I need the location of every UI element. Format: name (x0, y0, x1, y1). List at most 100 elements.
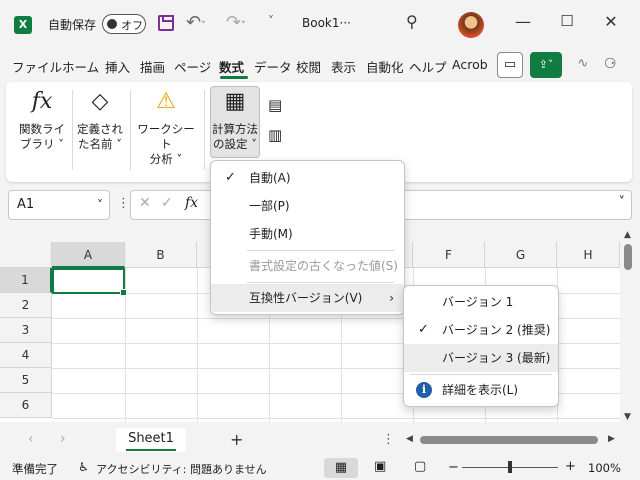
row-header[interactable]: 5 (0, 368, 52, 393)
cancel-icon[interactable]: ✕ (139, 195, 151, 211)
activity-icon[interactable]: ∿ (570, 52, 596, 78)
menu-item-manual[interactable]: 手動(M) (211, 220, 404, 248)
menu-item-auto[interactable]: ✓ 自動(A) (211, 164, 404, 192)
tab-draw[interactable]: 描画 (140, 57, 165, 76)
horizontal-scroll-thumb[interactable] (420, 436, 598, 444)
sheet-tab-sheet1[interactable]: Sheet1 (116, 428, 186, 452)
tab-automate[interactable]: 自動化 (366, 57, 404, 76)
add-sheet-icon[interactable]: + (230, 430, 243, 449)
tab-help[interactable]: ヘルプ (409, 57, 447, 76)
search-icon[interactable]: ⚲ (406, 12, 418, 31)
active-tab-indicator (220, 76, 248, 79)
select-all-corner[interactable] (0, 242, 52, 268)
calc-options-label-1: 計算方法 (212, 122, 258, 136)
normal-view-icon[interactable]: ▦ (324, 458, 358, 478)
tab-data[interactable]: データ (254, 57, 292, 76)
close-icon[interactable]: ✕ (596, 12, 626, 31)
scroll-right-icon[interactable]: ▶ (608, 434, 615, 444)
comments-icon[interactable]: ▭ (497, 52, 523, 78)
fx-icon: fx (31, 89, 53, 114)
status-ready: 準備完了 (12, 462, 58, 476)
undo-icon[interactable]: ↶˅ (186, 12, 206, 33)
function-library-button[interactable]: fx 関数ライ ブラリ ˅ (14, 88, 70, 152)
row-header[interactable]: 3 (0, 318, 52, 343)
next-sheet-icon[interactable]: › (60, 431, 66, 447)
menu-item-compat-version[interactable]: 互換性バージョン(V) › (211, 284, 404, 312)
tab-acrobat[interactable]: Acrob (452, 57, 490, 72)
worksheet-analysis-button[interactable]: ⚠ ワークシート 分析 ˅ (134, 88, 198, 167)
menu-item-version-1[interactable]: バージョン 1 (404, 288, 558, 316)
vertical-scroll-thumb[interactable] (624, 244, 632, 270)
page-break-preview-icon[interactable]: ▢ (414, 459, 426, 474)
menu-item-version-3[interactable]: バージョン 3 (最新) (404, 344, 558, 372)
tab-review[interactable]: 校閲 (296, 57, 321, 76)
expand-formula-bar-icon[interactable]: ˅ (619, 195, 626, 210)
menu-item-label: 互換性バージョン(V) (249, 291, 363, 305)
column-header[interactable]: F (413, 242, 485, 268)
maximize-icon[interactable]: ☐ (552, 12, 582, 30)
column-header[interactable]: B (125, 242, 197, 268)
menu-separator (410, 374, 552, 375)
accessibility-status[interactable]: アクセシビリティ: 問題ありません (96, 461, 267, 477)
tab-insert[interactable]: 挿入 (105, 57, 130, 76)
save-icon[interactable] (158, 15, 174, 31)
scroll-left-icon[interactable]: ◀ (406, 434, 413, 444)
menu-item-version-2[interactable]: ✓ バージョン 2 (推奨) (404, 316, 558, 344)
row-header[interactable]: 6 (0, 393, 52, 418)
scroll-up-icon[interactable]: ▲ (624, 230, 631, 240)
tab-view[interactable]: 表示 (331, 57, 356, 76)
name-box[interactable]: A1 ˅ (8, 190, 110, 220)
column-header[interactable]: H (557, 242, 620, 268)
calculate-sheet-icon[interactable]: ▥ (268, 126, 282, 144)
calc-options-content: ▦ 計算方法 の設定 ˅ (210, 88, 260, 152)
gridline (197, 268, 198, 422)
page-layout-icon[interactable]: ▣ (374, 459, 386, 474)
insert-function-icon[interactable]: fx (185, 195, 198, 211)
row-header[interactable]: 2 (0, 293, 52, 318)
avatar[interactable] (458, 12, 484, 38)
function-library-label-2: ブラリ ˅ (20, 137, 64, 151)
autosave-label: 自動保存 (48, 18, 97, 32)
tab-home[interactable]: ホーム (62, 57, 99, 76)
menu-item-partial[interactable]: 一部(P) (211, 192, 404, 220)
tag-icon: ◇ (91, 89, 109, 114)
tab-formulas[interactable]: 数式 (219, 57, 244, 76)
calc-options-menu: ✓ 自動(A) 一部(P) 手動(M) 書式設定の古くなった値(S) 互換性バージ… (210, 160, 405, 315)
zoom-in-icon[interactable]: + (565, 459, 576, 474)
accessibility-icon[interactable]: ♿ (78, 460, 89, 474)
active-cell-a1[interactable] (52, 268, 127, 296)
minimize-icon[interactable]: — (508, 12, 538, 31)
scroll-down-icon[interactable]: ▼ (624, 412, 631, 422)
more-icon[interactable]: ⋮ (117, 196, 130, 211)
gridline (52, 418, 620, 419)
row-header[interactable]: 4 (0, 343, 52, 368)
menu-item-details[interactable]: i 詳細を表示(L) (404, 376, 558, 404)
redo-icon[interactable]: ↷˅ (226, 12, 246, 33)
function-library-label-1: 関数ライ (19, 122, 65, 136)
defined-names-button[interactable]: ◇ 定義され た名前 ˅ (74, 88, 126, 152)
column-header[interactable]: G (485, 242, 557, 268)
menu-item-legacy-format: 書式設定の古くなった値(S) (211, 252, 404, 280)
menu-item-label: バージョン 3 (最新) (442, 351, 551, 365)
zoom-slider-thumb[interactable] (508, 461, 512, 473)
copilot-icon[interactable]: ⚆ (604, 56, 617, 72)
column-header[interactable]: A (52, 242, 125, 268)
document-title[interactable]: Book1··· (302, 16, 351, 30)
sheet-options-icon[interactable]: ⋮ (382, 432, 395, 447)
chevron-down-icon[interactable]: ˅ (97, 191, 103, 219)
zoom-level[interactable]: 100% (588, 461, 621, 475)
row-header[interactable]: 1 (0, 268, 52, 293)
menu-separator (247, 282, 394, 283)
tab-file[interactable]: ファイル (12, 57, 62, 76)
excel-logo-icon: X (14, 16, 32, 34)
share-icon[interactable]: ⇪˅ (530, 52, 562, 78)
prev-sheet-icon[interactable]: ‹ (28, 431, 34, 447)
enter-icon[interactable]: ✓ (161, 195, 173, 211)
ribbon-divider (72, 90, 73, 170)
autosave-toggle[interactable]: オフ (102, 14, 146, 34)
qat-customize-icon[interactable]: ˅ (268, 14, 274, 28)
menu-item-label: 自動(A) (249, 171, 291, 185)
tab-page[interactable]: ページ (174, 57, 211, 76)
calculate-now-icon[interactable]: ▤ (268, 96, 282, 114)
zoom-out-icon[interactable]: − (448, 460, 459, 475)
